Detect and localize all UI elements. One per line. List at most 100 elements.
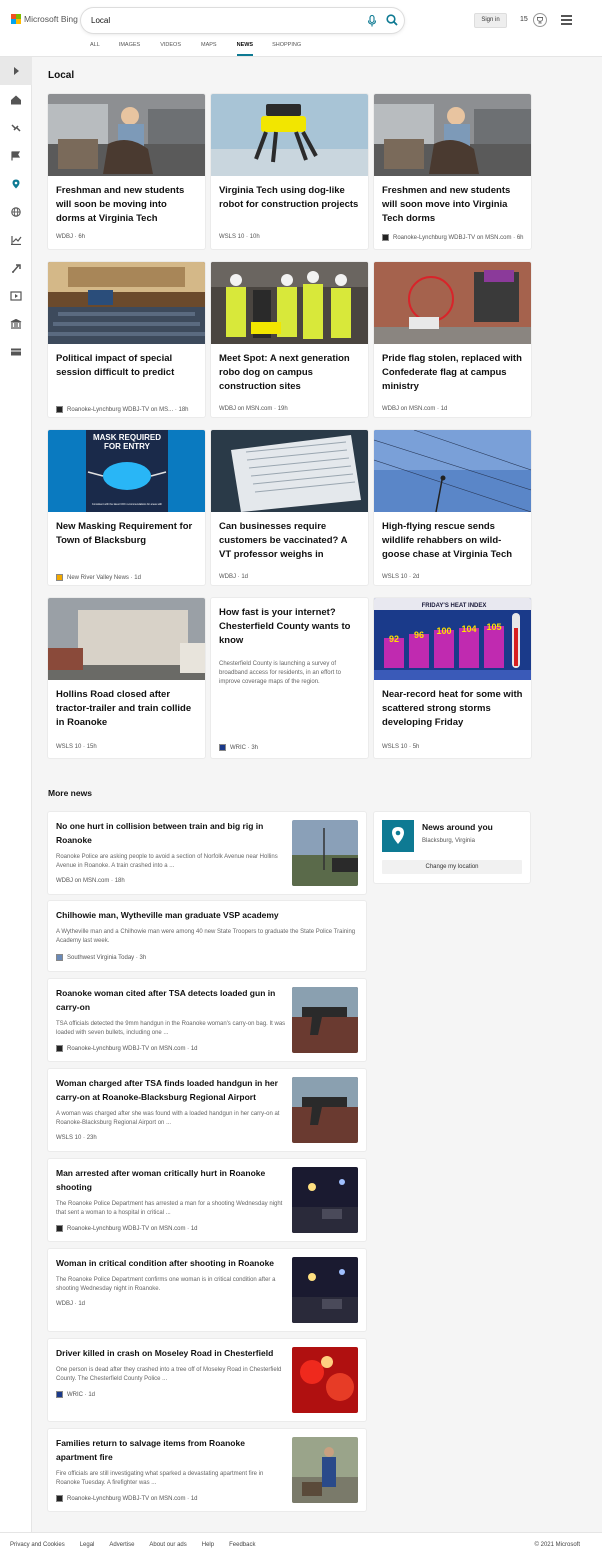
source-name[interactable]: WDBJ	[56, 1301, 73, 1307]
footer-link-feedback[interactable]: Feedback	[229, 1542, 255, 1548]
sign-in-button[interactable]: Sign in	[474, 13, 507, 28]
news-item-title[interactable]: Driver killed in crash on Moseley Road i…	[56, 1347, 281, 1361]
tab-all[interactable]: ALL	[90, 42, 100, 56]
source-name[interactable]: WSLS 10	[382, 574, 407, 580]
change-location-button[interactable]: Change my location	[382, 860, 522, 874]
news-card-title[interactable]: How fast is your internet? Chesterfield …	[219, 606, 361, 648]
news-card[interactable]: High-flying rescue sends wildlife rehabb…	[374, 430, 531, 585]
source-name[interactable]: WDBJ on MSN.com	[219, 406, 272, 412]
science-icon[interactable]	[10, 263, 22, 273]
source-name[interactable]: New River Valley News	[67, 575, 129, 581]
source-name[interactable]: WSLS 10	[219, 234, 244, 240]
bing-logo[interactable]: Microsoft Bing	[11, 14, 78, 24]
source-name[interactable]: Roanoke-Lynchburg WDBJ-TV on MSN.com	[393, 235, 512, 241]
news-item-title[interactable]: Roanoke woman cited after TSA detects lo…	[56, 987, 281, 1014]
news-list-item[interactable]: Woman charged after TSA finds loaded han…	[48, 1069, 366, 1151]
home-icon[interactable]	[10, 95, 22, 105]
source-name[interactable]: WSLS 10	[56, 1135, 81, 1141]
search-icon[interactable]	[386, 14, 398, 26]
location-icon[interactable]	[10, 179, 22, 189]
news-card-title[interactable]: Meet Spot: A next generation robo dog on…	[219, 352, 361, 394]
news-card[interactable]: MASK REQUIRED FOR ENTRY Consistent with …	[48, 430, 205, 585]
search-input[interactable]	[91, 13, 351, 28]
money-icon[interactable]	[10, 347, 22, 357]
source-name[interactable]: WDBJ	[219, 574, 236, 580]
tab-shopping[interactable]: SHOPPING	[272, 42, 301, 56]
news-card-title[interactable]: Virginia Tech using dog-like robot for c…	[219, 184, 361, 212]
news-thumbnail-mask-sign: MASK REQUIRED FOR ENTRY Consistent with …	[48, 430, 205, 512]
news-card[interactable]: Freshman and new students will soon be m…	[48, 94, 205, 249]
footer-link-about-ads[interactable]: About our ads	[149, 1542, 186, 1548]
footer-link-privacy[interactable]: Privacy and Cookies	[10, 1542, 65, 1548]
source-name[interactable]: WDBJ on MSN.com	[382, 406, 435, 412]
news-card-title[interactable]: Pride flag stolen, replaced with Confede…	[382, 352, 524, 394]
source-name[interactable]: Roanoke-Lynchburg WDBJ-TV on MSN.com	[67, 1226, 186, 1232]
source-name[interactable]: Roanoke-Lynchburg WDBJ-TV on MSN.com	[67, 1496, 186, 1502]
expand-icon[interactable]	[10, 66, 22, 76]
news-card[interactable]: Can businesses require customers be vacc…	[211, 430, 368, 585]
news-item-title[interactable]: Families return to salvage items from Ro…	[56, 1437, 281, 1464]
tab-images[interactable]: IMAGES	[119, 42, 140, 56]
tab-news[interactable]: NEWS	[236, 42, 253, 56]
source-name[interactable]: WSLS 10	[382, 744, 407, 750]
news-list-item[interactable]: Man arrested after woman critically hurt…	[48, 1159, 366, 1241]
source-name[interactable]: WDBJ on MSN.com	[56, 878, 109, 884]
news-card-title[interactable]: New Masking Requirement for Town of Blac…	[56, 520, 198, 548]
timestamp: 5h	[412, 744, 420, 750]
news-card-title[interactable]: Freshman and new students will soon be m…	[56, 184, 198, 226]
news-item-title[interactable]: Woman in critical condition after shooti…	[56, 1257, 281, 1271]
source-name[interactable]: Roanoke-Lynchburg WDBJ-TV on MSN.com	[67, 1046, 186, 1052]
news-card[interactable]: Pride flag stolen, replaced with Confede…	[374, 262, 531, 417]
tab-maps[interactable]: MAPS	[201, 42, 217, 56]
news-card-title[interactable]: Political impact of special session diff…	[56, 352, 198, 380]
business-icon[interactable]	[10, 235, 22, 245]
source-logo-icon	[56, 406, 63, 413]
news-card-source: Roanoke-Lynchburg WDBJ-TV on MS... · 18h	[56, 406, 189, 413]
politics-icon[interactable]	[10, 319, 22, 329]
news-list-item[interactable]: Families return to salvage items from Ro…	[48, 1429, 366, 1511]
tab-videos[interactable]: VIDEOS	[160, 42, 181, 56]
news-card-title[interactable]: High-flying rescue sends wildlife rehabb…	[382, 520, 524, 562]
news-item-title[interactable]: Man arrested after woman critically hurt…	[56, 1167, 281, 1194]
microphone-icon[interactable]	[367, 15, 377, 27]
news-card[interactable]: Meet Spot: A next generation robo dog on…	[211, 262, 368, 417]
flag-icon[interactable]	[10, 151, 22, 161]
entertainment-icon[interactable]	[10, 291, 22, 301]
source-logo-icon	[382, 234, 389, 241]
news-card[interactable]: Virginia Tech using dog-like robot for c…	[211, 94, 368, 249]
news-item-title[interactable]: Chilhowie man, Wytheville man graduate V…	[56, 909, 356, 923]
news-item-source: WDBJ on MSN.com · 18h	[56, 878, 125, 884]
news-list-item[interactable]: No one hurt in collision between train a…	[48, 812, 366, 894]
rewards-count[interactable]: 15	[520, 16, 528, 23]
timestamp: 23h	[86, 1135, 97, 1141]
rewards-icon[interactable]	[533, 13, 547, 27]
footer-link-advertise[interactable]: Advertise	[109, 1542, 134, 1548]
source-name[interactable]: WSLS 10	[56, 744, 81, 750]
source-name[interactable]: Roanoke-Lynchburg WDBJ-TV on MS...	[67, 407, 173, 413]
news-card-title[interactable]: Near-record heat for some with scattered…	[382, 688, 524, 730]
news-list-item[interactable]: Roanoke woman cited after TSA detects lo…	[48, 979, 366, 1061]
news-card-title[interactable]: Hollins Road closed after tractor-traile…	[56, 688, 198, 730]
news-card[interactable]: Freshmen and new students will soon move…	[374, 94, 531, 249]
news-list-item[interactable]: Woman in critical condition after shooti…	[48, 1249, 366, 1331]
news-item-snippet: The Roanoke Police Department confirms o…	[56, 1277, 276, 1292]
news-card[interactable]: Political impact of special session diff…	[48, 262, 205, 417]
source-name[interactable]: WRIC	[230, 745, 246, 751]
source-name[interactable]: WDBJ	[56, 234, 73, 240]
source-name[interactable]: WRIC	[67, 1392, 83, 1398]
news-card[interactable]: FRIDAY'S HEAT INDEX 92 96 100 104 105 Ne…	[374, 598, 531, 758]
news-card[interactable]: Hollins Road closed after tractor-traile…	[48, 598, 205, 758]
source-name[interactable]: Southwest Virginia Today	[67, 955, 134, 961]
news-item-title[interactable]: Woman charged after TSA finds loaded han…	[56, 1077, 281, 1104]
hamburger-menu-icon[interactable]	[561, 15, 572, 25]
news-card-title[interactable]: Freshmen and new students will soon move…	[382, 184, 524, 226]
news-card[interactable]: How fast is your internet? Chesterfield …	[211, 598, 368, 758]
satellite-icon[interactable]	[10, 123, 22, 133]
globe-icon[interactable]	[10, 207, 22, 217]
footer-link-help[interactable]: Help	[202, 1542, 214, 1548]
news-list-item[interactable]: Driver killed in crash on Moseley Road i…	[48, 1339, 366, 1421]
news-card-title[interactable]: Can businesses require customers be vacc…	[219, 520, 361, 562]
footer-link-legal[interactable]: Legal	[80, 1542, 95, 1548]
news-list-item[interactable]: Chilhowie man, Wytheville man graduate V…	[48, 901, 366, 971]
news-item-title[interactable]: No one hurt in collision between train a…	[56, 820, 281, 847]
